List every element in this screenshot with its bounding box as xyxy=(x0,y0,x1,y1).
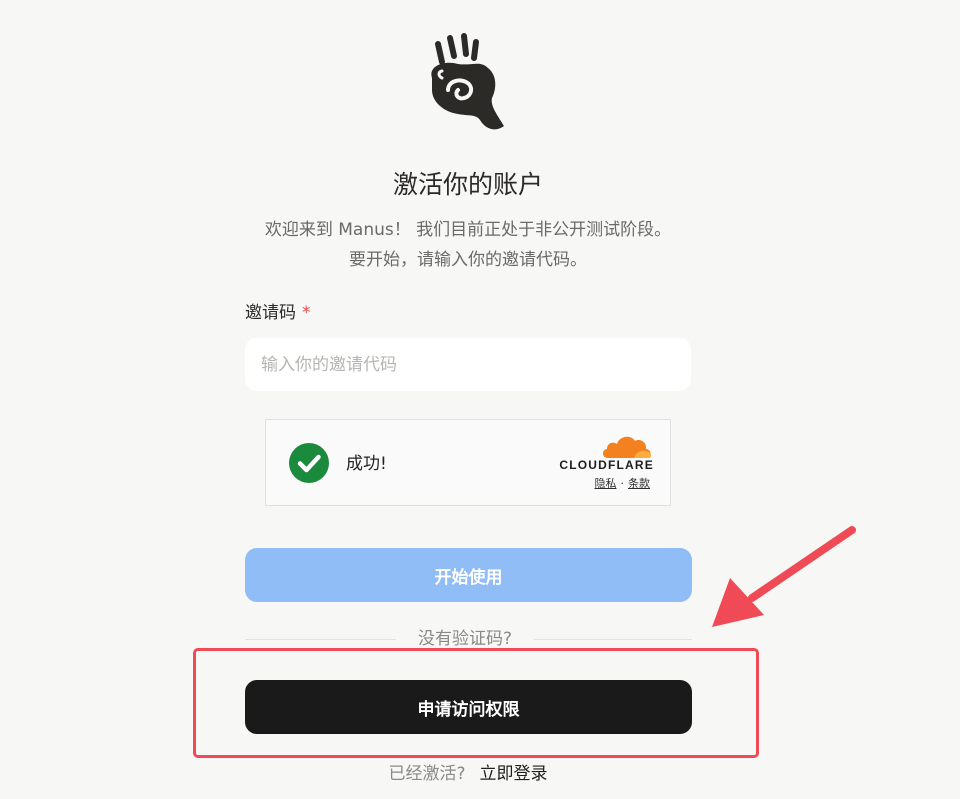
privacy-link[interactable]: 隐私 xyxy=(595,477,617,490)
invite-code-label-text: 邀请码 xyxy=(245,303,296,323)
page-title: 激活你的账户 xyxy=(392,170,543,199)
links-separator: · xyxy=(620,477,625,490)
divider-line-right xyxy=(534,639,692,640)
annotation-arrow-icon xyxy=(712,526,856,627)
captcha-widget: 成功! CLOUDFLARE 隐私 · 条款 xyxy=(265,419,671,506)
request-access-button[interactable]: 申请访问权限 xyxy=(245,680,692,734)
cloudflare-wordmark: CLOUDFLARE xyxy=(559,458,654,472)
invite-code-label: 邀请码 * xyxy=(245,301,311,325)
captcha-status-text: 成功! xyxy=(346,454,387,474)
already-activated-text: 已经激活? xyxy=(388,764,466,784)
start-button[interactable]: 开始使用 xyxy=(245,548,692,602)
terms-link[interactable]: 条款 xyxy=(628,477,650,490)
activation-page: 激活你的账户 欢迎来到 Manus！ 我们目前正处于非公开测试阶段。 要开始，请… xyxy=(0,0,960,799)
subtitle-line-2: 要开始，请输入你的邀请代码。 xyxy=(349,250,587,270)
cloudflare-cloud-icon xyxy=(602,436,651,458)
divider-line-left xyxy=(245,639,396,640)
required-marker: * xyxy=(302,303,311,323)
login-prompt: 已经激活? 立即登录 xyxy=(0,762,936,786)
invite-code-input[interactable] xyxy=(245,338,691,391)
manus-logo-icon xyxy=(431,33,504,130)
login-link[interactable]: 立即登录 xyxy=(480,764,548,784)
subtitle-line-1: 欢迎来到 Manus！ 我们目前正处于非公开测试阶段。 xyxy=(264,220,672,240)
captcha-links: 隐私 · 条款 xyxy=(566,475,651,491)
success-check-icon xyxy=(289,443,329,483)
